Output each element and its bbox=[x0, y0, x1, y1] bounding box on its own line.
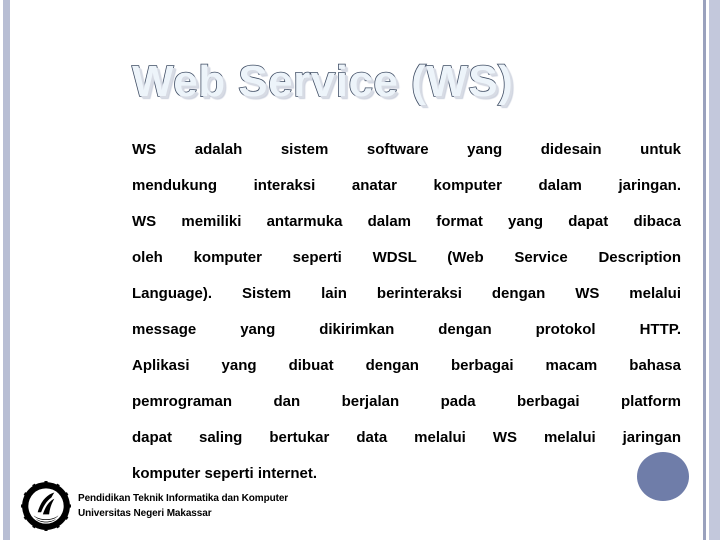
body-paragraph: WS adalah sistem software yang didesain … bbox=[132, 132, 681, 492]
right-wide-accent-bar bbox=[709, 0, 720, 540]
footer-institution-text: Pendidikan Teknik Informatika dan Komput… bbox=[78, 491, 288, 521]
body-line: message yang dikirimkan dengan protokol … bbox=[132, 321, 681, 338]
body-line: mendukung interaksi anatar komputer dala… bbox=[132, 177, 681, 194]
right-thin-accent-bar bbox=[703, 0, 706, 540]
body-line: Aplikasi yang dibuat dengan berbagai mac… bbox=[132, 357, 681, 374]
body-line: WS memiliki antarmuka dalam format yang … bbox=[132, 213, 681, 230]
slide-footer: Pendidikan Teknik Informatika dan Komput… bbox=[20, 480, 288, 532]
left-accent-bar bbox=[3, 0, 10, 540]
slide-body-text: WS adalah sistem software yang didesain … bbox=[132, 132, 681, 492]
slide-title: Web Service (WS) bbox=[131, 56, 514, 107]
body-line: oleh komputer seperti WDSL (Web Service … bbox=[132, 249, 681, 266]
slide-canvas: Web Service (WS) WS adalah sistem softwa… bbox=[0, 0, 720, 540]
body-line: WS adalah sistem software yang didesain … bbox=[132, 141, 681, 158]
footer-line-department: Pendidikan Teknik Informatika dan Komput… bbox=[78, 493, 289, 504]
body-line: Language). Sistem lain berinteraksi deng… bbox=[132, 285, 681, 302]
university-logo-icon bbox=[21, 481, 71, 531]
body-line: pemrograman dan berjalan pada berbagai p… bbox=[132, 393, 681, 410]
body-line: dapat saling bertukar data melalui WS me… bbox=[132, 429, 681, 446]
footer-line-university: Universitas Negeri Makassar bbox=[78, 508, 212, 519]
corner-decoration-circle bbox=[637, 452, 689, 501]
